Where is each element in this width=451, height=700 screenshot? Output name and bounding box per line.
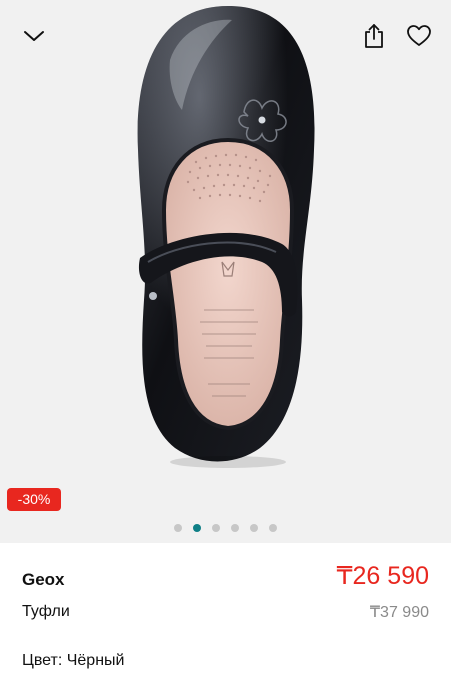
product-image [137, 6, 315, 468]
product-gallery[interactable]: -30% [0, 0, 451, 543]
discount-badge: -30% [7, 488, 61, 511]
gallery-dot[interactable] [250, 524, 258, 532]
chevron-down-icon [24, 31, 44, 41]
product-info: Geox Туфли ₸26 590 ₸37 990 Цвет: Чёрный [0, 543, 451, 700]
collapse-button[interactable] [17, 19, 51, 53]
gallery-dot[interactable] [212, 524, 220, 532]
color-label: Цвет: Чёрный [22, 652, 125, 669]
brand-name[interactable]: Geox [22, 570, 65, 590]
gallery-dot-active[interactable] [193, 524, 201, 532]
share-button[interactable] [357, 19, 391, 53]
gallery-dot[interactable] [269, 524, 277, 532]
favorite-button[interactable] [402, 19, 436, 53]
current-price: ₸26 590 [336, 562, 429, 590]
product-category: Туфли [22, 603, 70, 620]
gallery-dot[interactable] [174, 524, 182, 532]
gallery-pagination[interactable] [0, 524, 451, 534]
product-screen: -30% Geox Туфли ₸26 590 ₸37 990 Цвет: Чё… [0, 0, 451, 700]
share-icon [365, 24, 383, 48]
gallery-dot[interactable] [231, 524, 239, 532]
heart-outline-icon [407, 25, 431, 46]
old-price: ₸37 990 [369, 604, 429, 621]
